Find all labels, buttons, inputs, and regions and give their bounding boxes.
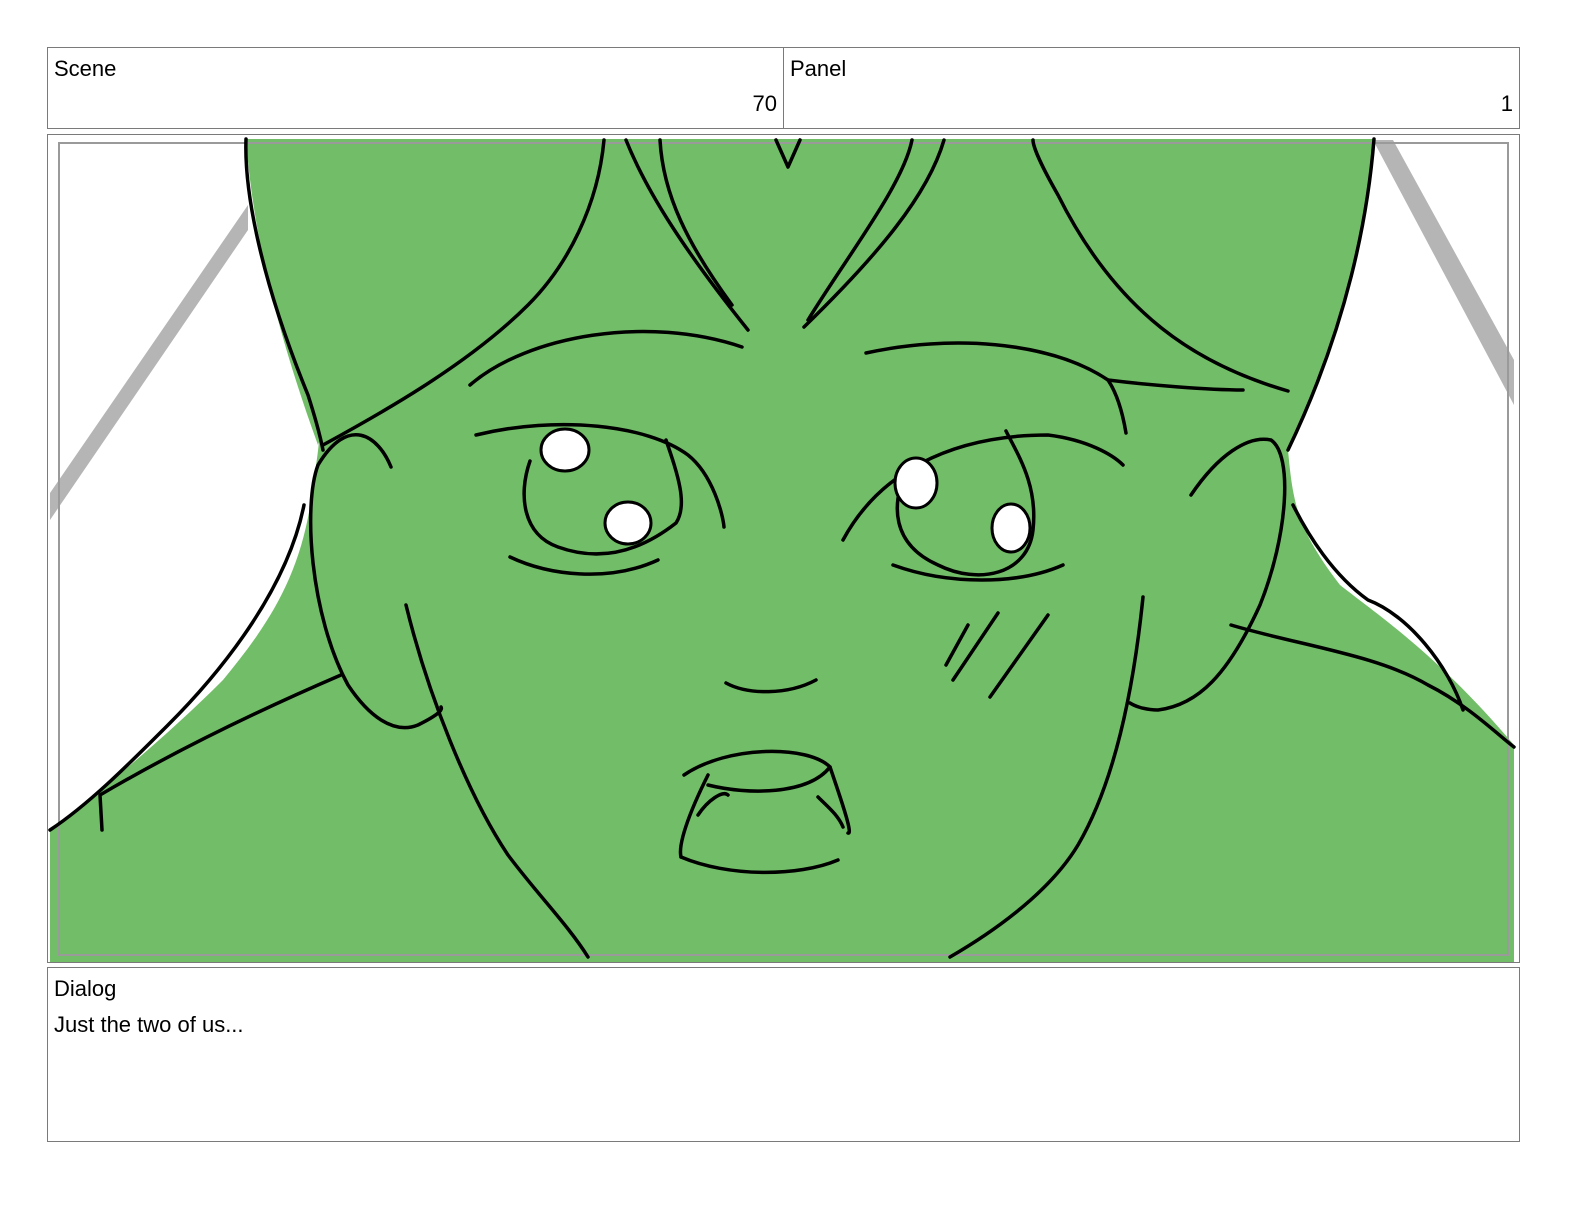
left-eye-highlight-1 [539,427,591,473]
right-eye-highlight-2 [990,502,1032,554]
storyboard-frame [47,134,1520,963]
left-eye-highlight-2 [603,500,653,546]
panel-sketch [48,135,1519,962]
panel-cell: Panel 1 [783,47,1520,129]
scene-number: 70 [752,91,777,116]
dialog-box: Dialog Just the two of us... [47,967,1520,1142]
dialog-text: Just the two of us... [54,1012,244,1037]
scene-label: Scene [54,56,117,81]
dialog-label: Dialog [54,976,117,1001]
panel-number: 1 [1500,91,1513,116]
right-eye-highlight-1 [893,456,939,510]
panel-label: Panel [790,56,847,81]
scene-cell: Scene 70 [47,47,784,129]
